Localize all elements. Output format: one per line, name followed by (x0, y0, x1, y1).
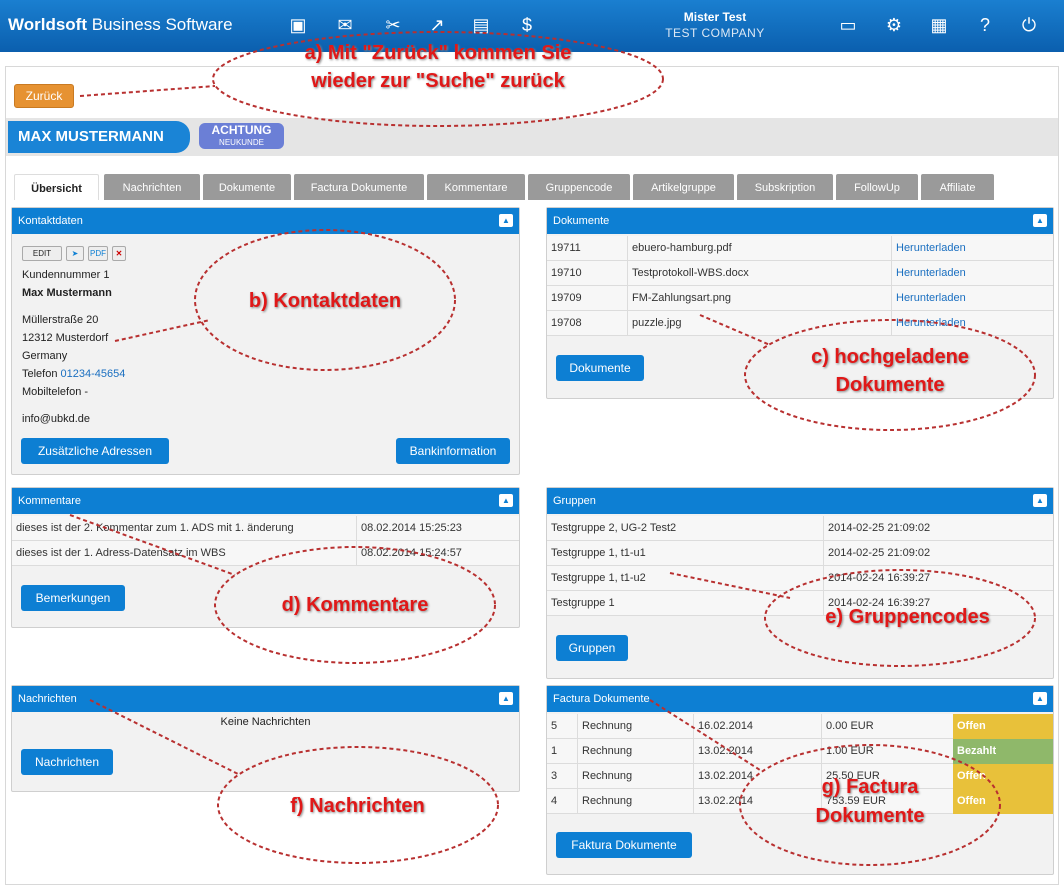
tab-gruppencode[interactable]: Gruppencode (528, 174, 630, 200)
download-link[interactable]: Herunterladen (891, 261, 1055, 286)
mobile: Mobiltelefon - (22, 386, 89, 398)
annotation-c-line2: Dokumente (835, 374, 945, 396)
download-link[interactable]: Herunterladen (891, 311, 1055, 336)
dollar-icon[interactable]: $ (514, 13, 540, 37)
table-row: 19709 FM-Zahlungsart.png Herunterladen (547, 286, 1053, 311)
collapse-icon[interactable]: ▲ (1033, 692, 1047, 705)
table-row: dieses ist der 2. Kommentar zum 1. ADS m… (12, 516, 519, 541)
send-icon[interactable]: ➤ (66, 246, 84, 261)
customer-name: MAX MUSTERMANN (8, 121, 190, 153)
tab-followup[interactable]: FollowUp (836, 174, 918, 200)
invoice-icon[interactable]: ▤ (468, 13, 494, 37)
table-row: 19711 ebuero-hamburg.pdf Herunterladen (547, 236, 1053, 261)
tab-affiliate[interactable]: Affiliate (921, 174, 994, 200)
annotation-b: b) Kontaktdaten (248, 290, 402, 312)
tools-icon[interactable]: ✂ (380, 13, 406, 37)
annotation-f: f) Nachrichten (290, 795, 425, 817)
collapse-icon[interactable]: ▲ (499, 494, 513, 507)
status-badge: ACHTUNG NEUKUNDE (199, 123, 284, 149)
panel-header: Factura Dokumente ▲ (547, 686, 1053, 712)
country: Germany (22, 350, 68, 362)
table-row: 19710 Testprotokoll-WBS.docx Herunterladen (547, 261, 1053, 286)
tab-subskription[interactable]: Subskription (737, 174, 833, 200)
user-info: Mister Test TEST COMPANY (630, 9, 800, 41)
table-row: 5 Rechnung 16.02.2014 0.00 EUR Offen (547, 714, 1053, 739)
mail-icon[interactable]: ✉ (332, 13, 358, 37)
contact-panel: Kontaktdaten ▲ EDIT ➤ PDF ✕ Kundennummer … (11, 207, 520, 475)
settings-icon[interactable]: ⚙ (881, 13, 907, 37)
additional-addresses-button[interactable]: Zusätzliche Adressen (21, 438, 169, 464)
chart-icon[interactable]: ↗ (424, 13, 450, 37)
customer-number: Kundennummer 1 (22, 269, 110, 281)
collapse-icon[interactable]: ▲ (499, 214, 513, 227)
company-name: TEST COMPANY (665, 26, 765, 40)
table-row: Testgruppe 1, t1-u2 2014-02-24 16:39:27 (547, 566, 1053, 591)
table-row: Testgruppe 1, t1-u1 2014-02-25 21:09:02 (547, 541, 1053, 566)
tab-uebersicht[interactable]: Übersicht (14, 174, 99, 200)
annotation-g-line2: Dokumente (815, 805, 925, 827)
street: Müllerstraße 20 (22, 314, 99, 326)
contacts-icon[interactable]: ▣ (285, 13, 311, 37)
pdf-button[interactable]: PDF (88, 246, 108, 261)
delete-icon[interactable]: ✕ (112, 246, 126, 261)
annotation-c-line1: c) hochgeladene (811, 346, 969, 368)
table-row: 19708 puzzle.jpg Herunterladen (547, 311, 1053, 336)
groups-button[interactable]: Gruppen (556, 635, 628, 661)
documents-panel: Dokumente ▲ 19711 ebuero-hamburg.pdf Herunt… (546, 207, 1054, 399)
download-link[interactable]: Herunterladen (891, 286, 1055, 311)
tab-factura-dokumente[interactable]: Factura Dokumente (294, 174, 424, 200)
bank-info-button[interactable]: Bankinformation (396, 438, 510, 464)
annotation-a-line1: a) Mit "Zurück" kommen Sie (304, 42, 572, 64)
collapse-icon[interactable]: ▲ (1033, 494, 1047, 507)
chat-icon[interactable]: ▭ (835, 13, 861, 37)
edit-button[interactable]: EDIT (22, 246, 62, 261)
status-badge: Bezahlt (953, 739, 1053, 764)
print-icon[interactable]: ▦ (926, 13, 952, 37)
table-row: Testgruppe 2, UG-2 Test2 2014-02-25 21:09… (547, 516, 1053, 541)
power-icon[interactable]: ⏻ (1016, 13, 1042, 37)
phone-link[interactable]: 01234-45654 (61, 368, 126, 380)
back-button[interactable]: Zurück (14, 84, 74, 108)
documents-button[interactable]: Dokumente (556, 355, 644, 381)
city: 12312 Musterdorf (22, 332, 109, 344)
email-link[interactable]: info@ubkd.de (22, 413, 90, 425)
panel-header: Nachrichten ▲ (12, 686, 519, 712)
messages-panel: Nachrichten ▲ Keine Nachrichten Nachricht… (11, 685, 520, 792)
annotation-g-line1: g) Factura (821, 776, 919, 798)
remarks-button[interactable]: Bemerkungen (21, 585, 125, 611)
empty-message: Keine Nachrichten (220, 716, 311, 728)
brand-logo: Worldsoft Business Software (8, 15, 233, 34)
tab-kommentare[interactable]: Kommentare (427, 174, 525, 200)
annotation-e: e) Gruppencodes (825, 606, 990, 628)
tab-nachrichten[interactable]: Nachrichten (104, 174, 200, 200)
messages-button[interactable]: Nachrichten (21, 749, 113, 775)
annotation-a-line2: wieder zur "Suche" zurück (311, 70, 565, 92)
collapse-icon[interactable]: ▲ (1033, 214, 1047, 227)
contact-name: Max Mustermann (22, 287, 112, 299)
tab-artikelgruppe[interactable]: Artikelgruppe (633, 174, 734, 200)
panel-header: Kontaktdaten ▲ (12, 208, 519, 234)
table-row: dieses ist der 1. Adress-Datensatz im WB… (12, 541, 519, 566)
table-row: 1 Rechnung 13.02.2014 1.00 EUR Bezahlt (547, 739, 1053, 764)
help-icon[interactable]: ? (972, 13, 998, 37)
panel-header: Gruppen ▲ (547, 488, 1053, 514)
collapse-icon[interactable]: ▲ (499, 692, 513, 705)
groups-panel: Gruppen ▲ Testgruppe 2, UG-2 Test2 2014-02… (546, 487, 1054, 679)
annotation-d: d) Kommentare (281, 594, 429, 616)
status-badge: Offen (953, 714, 1053, 739)
download-link[interactable]: Herunterladen (891, 236, 1055, 261)
panel-header: Dokumente ▲ (547, 208, 1053, 234)
user-name: Mister Test (683, 10, 747, 24)
panel-header: Kommentare ▲ (12, 488, 519, 514)
phone-row: Telefon 01234-45654 (22, 368, 126, 380)
factura-button[interactable]: Faktura Dokumente (556, 832, 692, 858)
tab-dokumente[interactable]: Dokumente (203, 174, 291, 200)
